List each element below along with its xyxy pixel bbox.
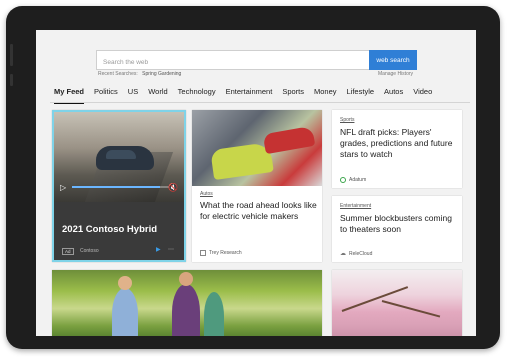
- parked-cars-image: [192, 110, 322, 186]
- nav-item-my-feed[interactable]: My Feed: [54, 87, 85, 104]
- card-source-label: ReleCloud: [349, 250, 373, 257]
- hero-title[interactable]: 2021 Contoso Hybrid: [62, 224, 157, 235]
- news-card-autos[interactable]: Autos What the road ahead looks like for…: [192, 110, 322, 262]
- news-card-sports[interactable]: Sports NFL draft picks: Players' grades,…: [332, 110, 462, 188]
- child-figure: [112, 288, 138, 336]
- card-source-label: Trey Research: [209, 250, 242, 256]
- child-figure: [179, 272, 193, 286]
- source-logo-icon: [340, 177, 346, 183]
- card-headline[interactable]: NFL draft picks: Players' grades, predic…: [340, 127, 456, 160]
- card-source: ☁ ReleCloud: [340, 250, 373, 258]
- nav-item-lifestyle[interactable]: Lifestyle: [347, 87, 375, 101]
- hero-source: Contoso: [80, 248, 99, 254]
- browser-screen: web search Recent Searches: Spring Garde…: [36, 30, 476, 336]
- nav-item-autos[interactable]: Autos: [384, 87, 403, 101]
- nav-item-us[interactable]: US: [128, 87, 138, 101]
- more-options-icon[interactable]: ⋯: [168, 246, 174, 253]
- nav-item-money[interactable]: Money: [314, 87, 337, 101]
- category-nav: My Feed Politics US World Technology Ent…: [54, 87, 442, 104]
- nav-divider: [50, 102, 470, 103]
- play-icon[interactable]: ▷: [60, 183, 66, 192]
- child-figure: [172, 284, 200, 336]
- nav-item-entertainment[interactable]: Entertainment: [226, 87, 273, 101]
- kids-hiking-image-card[interactable]: [52, 270, 322, 336]
- hero-video-card[interactable]: ▷ 🔇 2021 Contoso Hybrid Ad Contoso ▶ ⋯: [52, 110, 186, 262]
- child-figure: [204, 292, 224, 336]
- card-source: Adatum: [340, 177, 366, 183]
- nav-item-technology[interactable]: Technology: [178, 87, 216, 101]
- mute-icon[interactable]: 🔇: [168, 183, 178, 192]
- tablet-bezel: web search Recent Searches: Spring Garde…: [6, 6, 500, 349]
- nav-item-sports[interactable]: Sports: [282, 87, 304, 101]
- cherry-blossom-image-card[interactable]: [332, 270, 462, 336]
- play-small-icon[interactable]: ▶: [156, 246, 161, 253]
- nav-item-world[interactable]: World: [148, 87, 167, 101]
- manage-history-link[interactable]: Manage History: [378, 71, 413, 77]
- ad-badge: Ad: [62, 248, 74, 255]
- branch-shape: [381, 300, 441, 318]
- child-figure: [118, 276, 132, 290]
- card-headline[interactable]: What the road ahead looks like for elect…: [200, 200, 318, 222]
- branch-shape: [341, 286, 409, 312]
- cloud-icon: ☁: [340, 251, 346, 257]
- recent-search-item[interactable]: Spring Gardening: [142, 71, 181, 77]
- card-source-label: Adatum: [349, 177, 367, 183]
- web-search-button[interactable]: web search: [369, 50, 417, 70]
- search-input[interactable]: [97, 53, 379, 72]
- car-shape: [262, 125, 316, 155]
- recent-searches: Recent Searches: Spring Gardening: [98, 71, 181, 77]
- tablet-side-button-2: [10, 74, 13, 86]
- nav-item-politics[interactable]: Politics: [94, 87, 118, 101]
- source-logo-icon: [200, 250, 206, 256]
- nav-item-video[interactable]: Video: [413, 87, 432, 101]
- card-category[interactable]: Autos: [200, 191, 213, 197]
- tablet-side-button: [10, 44, 13, 66]
- card-source: Trey Research: [200, 250, 242, 256]
- card-headline[interactable]: Summer blockbusters coming to theaters s…: [340, 213, 456, 235]
- news-card-entertainment[interactable]: Entertainment Summer blockbusters coming…: [332, 196, 462, 262]
- card-category[interactable]: Entertainment: [340, 203, 371, 209]
- video-controls: ▷ 🔇: [60, 180, 178, 194]
- card-category[interactable]: Sports: [340, 117, 354, 123]
- search-box[interactable]: [96, 50, 416, 72]
- car-shape: [96, 146, 154, 170]
- recent-searches-label: Recent Searches:: [98, 71, 138, 77]
